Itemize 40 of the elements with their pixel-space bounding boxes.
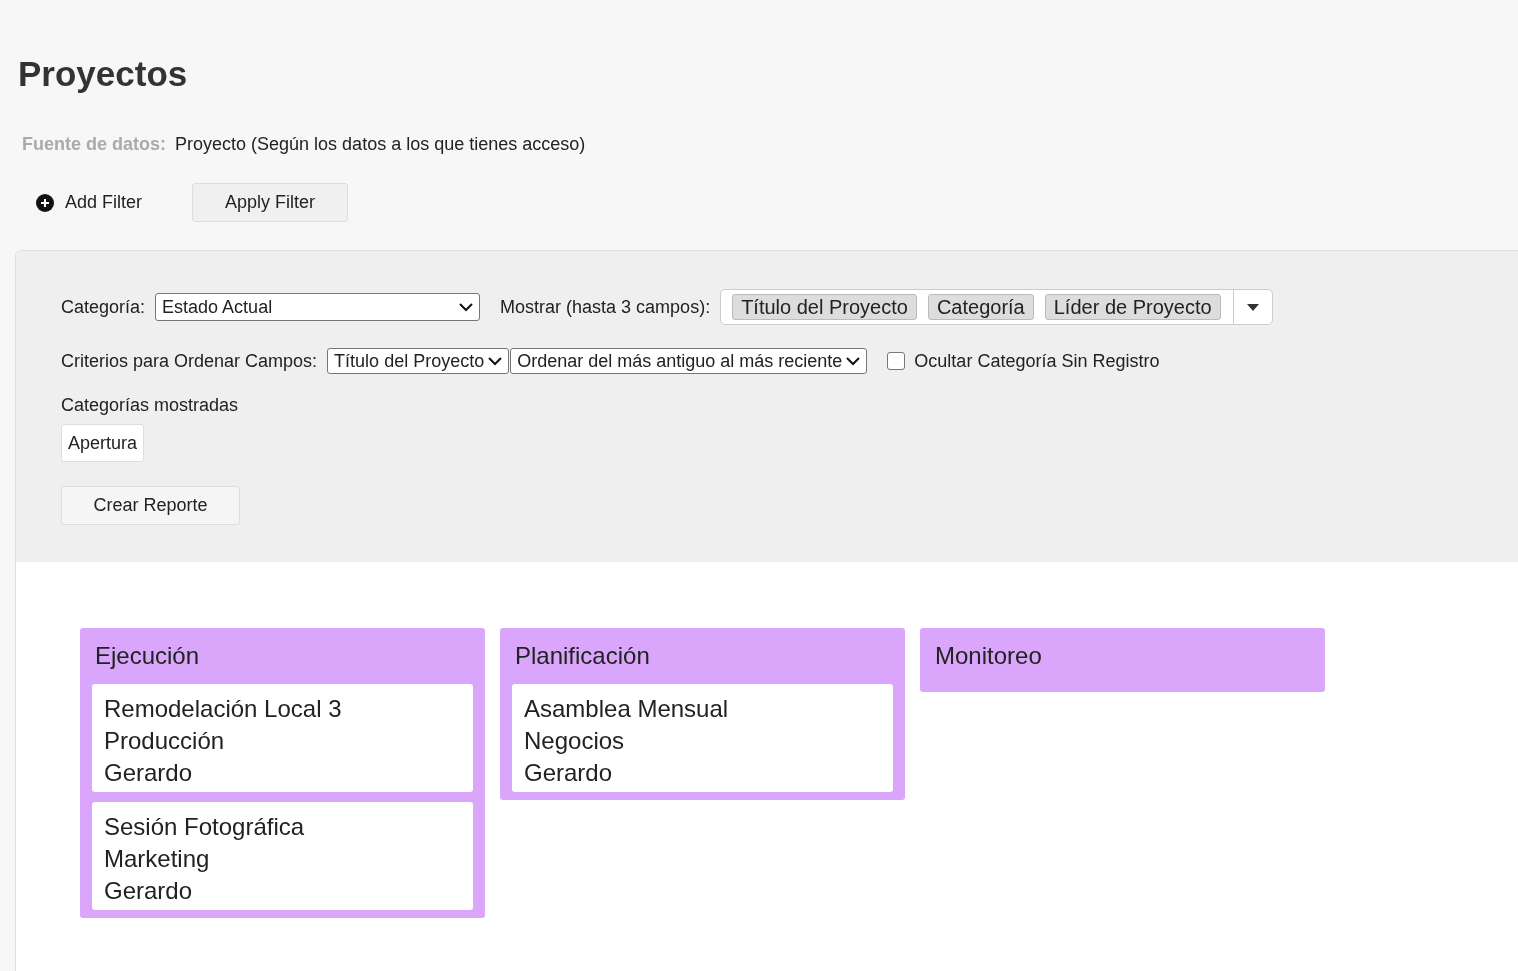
hide-empty-label: Ocultar Categoría Sin Registro [914, 350, 1160, 372]
card-text: Sesión Fotográfica [104, 812, 306, 842]
data-source-label: Fuente de datos: [22, 134, 166, 155]
category-chip[interactable]: Apertura [61, 424, 145, 462]
apply-filter-button[interactable]: Apply Filter [192, 183, 349, 222]
page-title: Proyectos [17, 53, 189, 95]
card-text: Negocios [524, 726, 626, 756]
chevron-icon [846, 356, 861, 366]
category-label: Categoría: [61, 296, 146, 318]
sort-label: Criterios para Ordenar Campos: [61, 350, 318, 372]
add-filter-button[interactable]: Add Filter [36, 192, 143, 213]
caret-down-icon [1246, 303, 1259, 311]
field-tag[interactable]: Líder de Proyecto [1044, 294, 1221, 320]
card-text: Remodelación Local 3 [104, 694, 343, 724]
card-text: Producción [104, 726, 226, 756]
project-card[interactable]: Asamblea Mensual Negocios Gerardo [512, 684, 893, 792]
hide-empty-checkbox[interactable] [887, 352, 906, 370]
column-title: Planificación [514, 641, 651, 671]
fields-multiselect[interactable]: Título del Proyecto Categoría Líder de Proyecto [720, 289, 1273, 325]
card-text: Gerardo [104, 758, 194, 788]
column-title: Ejecución [94, 641, 201, 671]
chevron-icon [459, 302, 474, 312]
project-card[interactable]: Sesión Fotográfica Marketing Gerardo [92, 802, 473, 910]
card-text: Gerardo [104, 876, 194, 906]
shown-categories-label: Categorías mostradas [61, 395, 239, 415]
card-text: Gerardo [524, 758, 614, 788]
create-report-button[interactable]: Crear Reporte [61, 486, 240, 525]
data-source-value: Proyecto (Según los datos a los que tienes acceso) [175, 134, 586, 155]
field-tag[interactable]: Categoría [927, 294, 1034, 320]
column-title: Monitoreo [934, 641, 1043, 671]
sort-field-dropdown[interactable]: Título del Proyecto [327, 348, 510, 374]
sort-order-dropdown[interactable]: Ordenar del más antiguo al más reciente [510, 348, 868, 374]
plus-circle-icon [36, 193, 54, 212]
card-text: Asamblea Mensual [524, 694, 730, 724]
chevron-icon [488, 356, 503, 366]
project-card[interactable]: Remodelación Local 3 Producción Gerardo [92, 684, 473, 792]
show-fields-label: Mostrar (hasta 3 campos): [500, 296, 711, 318]
category-dropdown[interactable]: Estado Actual [155, 293, 481, 321]
field-tag[interactable]: Título del Proyecto [732, 294, 917, 320]
card-text: Marketing [104, 844, 211, 874]
